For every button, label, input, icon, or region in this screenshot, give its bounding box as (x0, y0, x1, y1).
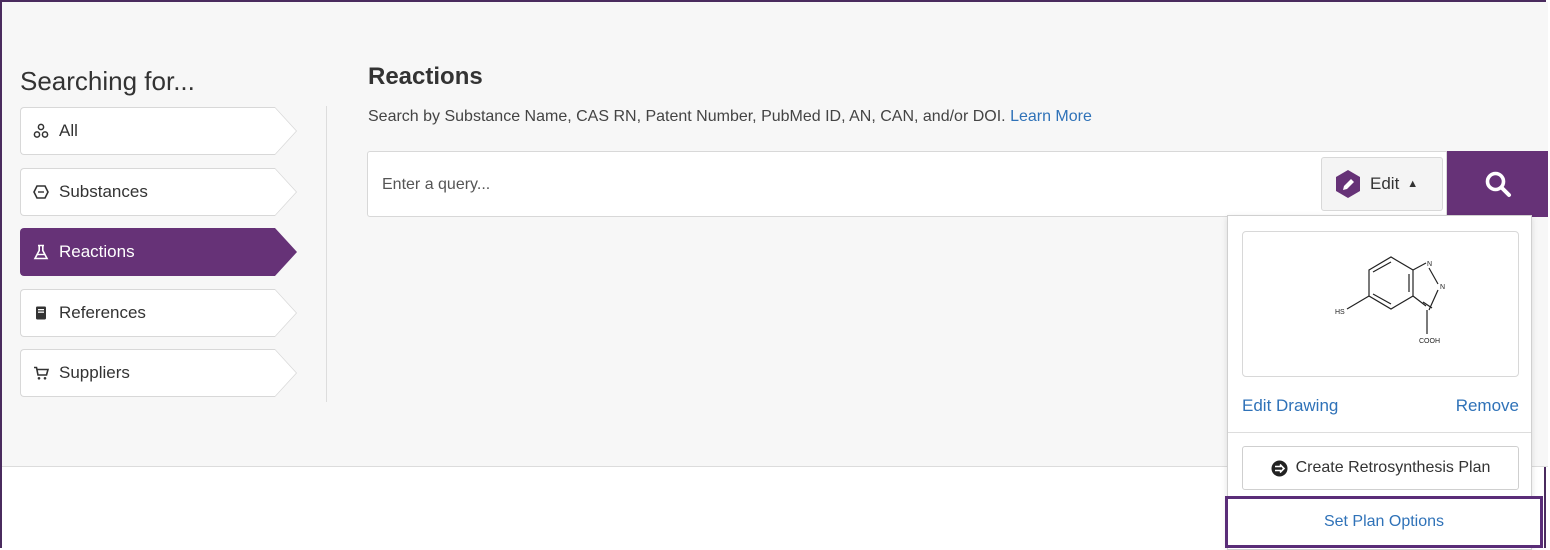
atom-label-hs: HS (1335, 309, 1345, 316)
sidebar-item-all[interactable]: All (20, 107, 297, 155)
atom-label-cooh: COOH (1419, 338, 1440, 345)
hexagon-icon (33, 184, 49, 200)
edit-structure-button[interactable]: Edit ▲ (1321, 157, 1443, 211)
cart-icon (33, 365, 49, 381)
dropdown-divider (1228, 432, 1531, 433)
create-retrosynthesis-plan-button[interactable]: Create Retrosynthesis Plan (1242, 446, 1519, 490)
retrosynthesis-arrow-icon (1271, 460, 1288, 476)
sidebar-item-label: All (59, 121, 78, 140)
search-box (367, 151, 1447, 217)
sidebar-item-reactions[interactable]: Reactions (20, 228, 297, 276)
sidebar-item-label: References (59, 303, 146, 322)
plan-options-label: Set Plan Options (1323, 513, 1445, 530)
search-help-text: Search by Substance Name, CAS RN, Patent… (368, 108, 1092, 126)
set-plan-options-button[interactable]: Set Plan Options (1225, 496, 1543, 548)
sidebar-item-substances[interactable]: Substances (20, 168, 297, 216)
searching-for-title: Searching for... (20, 66, 195, 96)
pencil-hexagon-icon (1336, 170, 1360, 198)
edit-label: Edit (1370, 174, 1400, 193)
page-title: Reactions (368, 63, 483, 90)
atom-label-n2: N (1440, 284, 1445, 291)
help-text-body: Search by Substance Name, CAS RN, Patent… (368, 108, 1006, 125)
sidebar-item-references[interactable]: References (20, 289, 297, 337)
network-icon (33, 123, 49, 139)
sidebar-item-label: Reactions (59, 242, 135, 261)
remove-link[interactable]: Remove (1456, 396, 1519, 416)
search-button[interactable] (1447, 151, 1548, 217)
search-icon (1485, 171, 1511, 197)
search-input[interactable] (380, 170, 1284, 200)
edit-drawing-link[interactable]: Edit Drawing (1242, 396, 1338, 416)
flask-icon (33, 244, 49, 260)
chemical-structure-drawing: N N HS COOH (1335, 256, 1445, 345)
learn-more-link[interactable]: Learn More (1010, 108, 1092, 125)
structure-preview[interactable]: N N HS COOH (1242, 231, 1519, 377)
atom-label-n1: N (1427, 261, 1432, 268)
caret-up-icon: ▲ (1407, 178, 1419, 190)
structure-dropdown: N N HS COOH Edit Drawing Remove Create R… (1225, 215, 1543, 550)
sidebar-item-label: Suppliers (59, 363, 130, 382)
retro-plan-label: Create Retrosynthesis Plan (1295, 459, 1491, 476)
sidebar-item-suppliers[interactable]: Suppliers (20, 349, 297, 397)
sidebar-divider (326, 106, 327, 402)
book-icon (33, 305, 49, 321)
sidebar-item-label: Substances (59, 182, 148, 201)
